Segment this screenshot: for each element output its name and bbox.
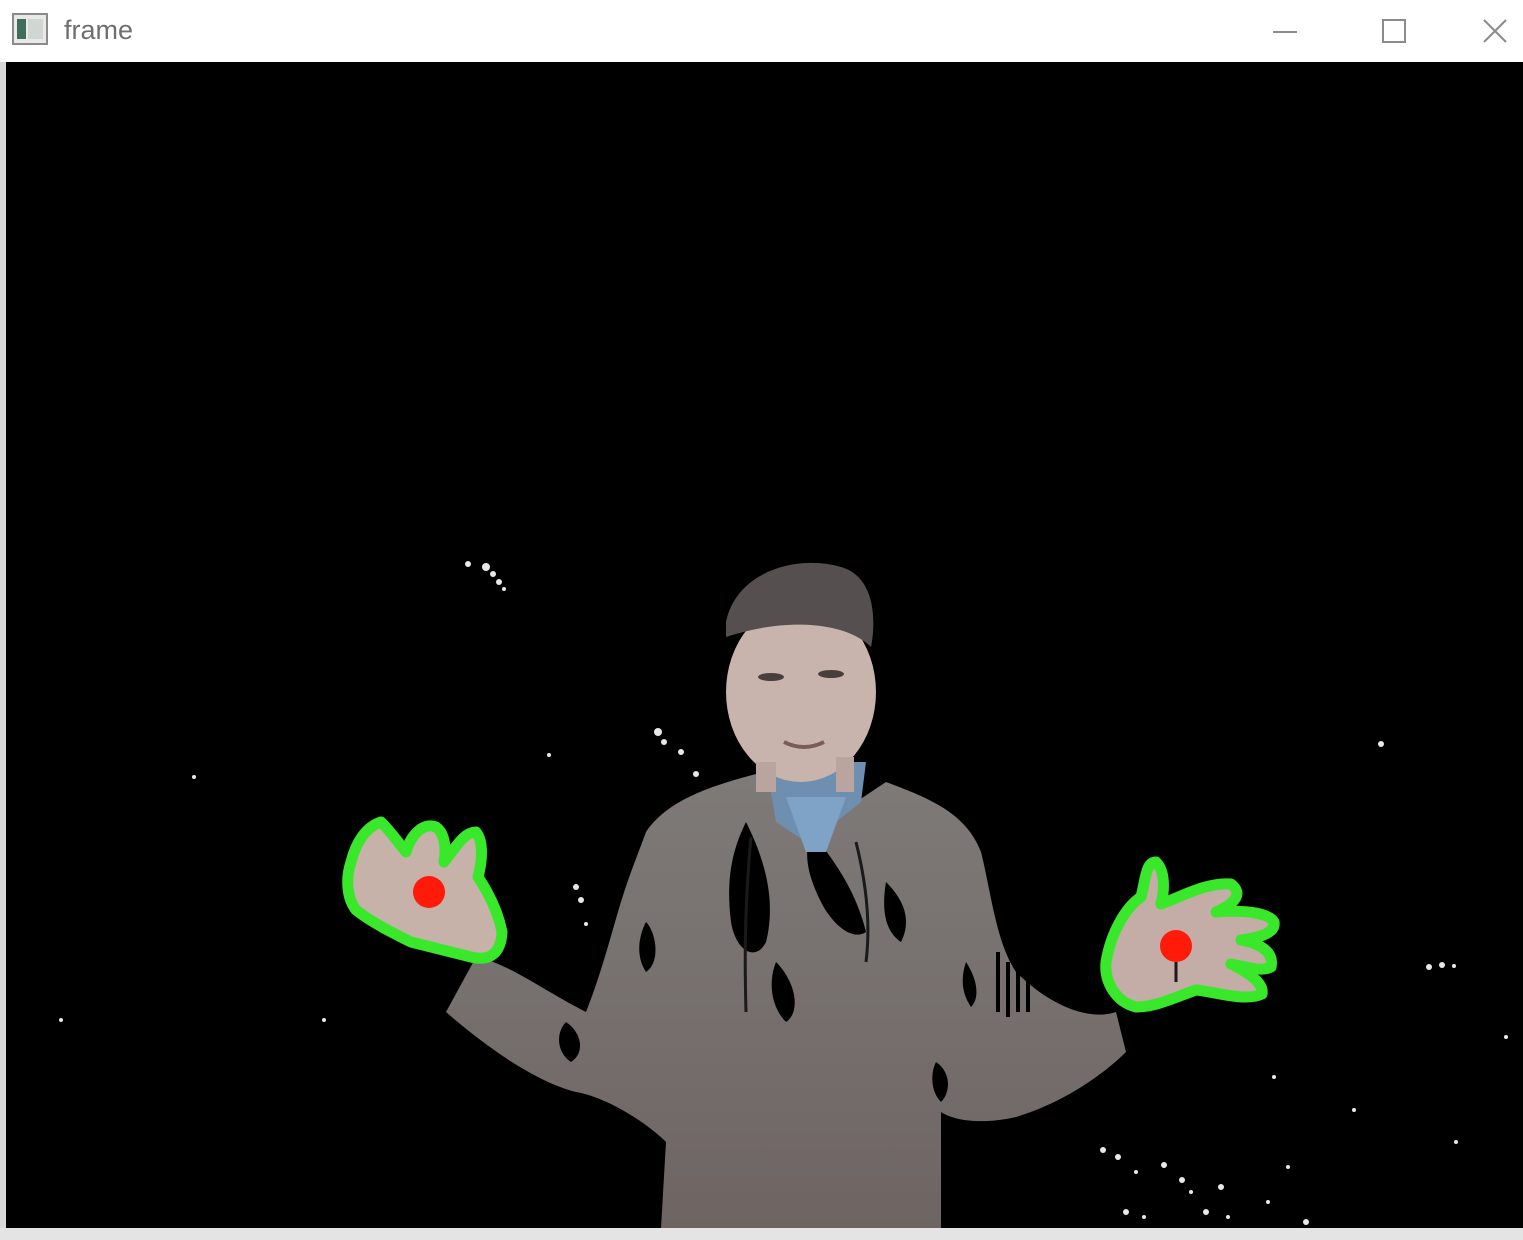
close-icon bbox=[1482, 19, 1507, 43]
maximize-icon bbox=[1382, 19, 1406, 43]
close-button[interactable] bbox=[1466, 0, 1523, 62]
window-bottom-border bbox=[0, 1228, 1523, 1240]
segmented-scene bbox=[59, 561, 1508, 1228]
left-hand-centroid bbox=[413, 876, 445, 908]
video-frame-canvas bbox=[6, 62, 1523, 1228]
title-bar[interactable]: frame bbox=[0, 0, 1523, 62]
minimize-icon bbox=[1273, 31, 1297, 33]
right-hand-detection bbox=[1100, 856, 1280, 1013]
window-title: frame bbox=[64, 15, 134, 45]
left-hand-detection bbox=[342, 816, 508, 964]
right-hand-contour bbox=[1100, 856, 1280, 1013]
minimize-button[interactable] bbox=[1245, 0, 1325, 62]
maximize-button[interactable] bbox=[1354, 0, 1434, 62]
person-silhouette bbox=[446, 562, 1126, 1228]
opencv-frame-window: frame bbox=[0, 0, 1523, 1240]
right-hand-centroid bbox=[1160, 930, 1192, 962]
window-app-icon bbox=[12, 13, 48, 45]
